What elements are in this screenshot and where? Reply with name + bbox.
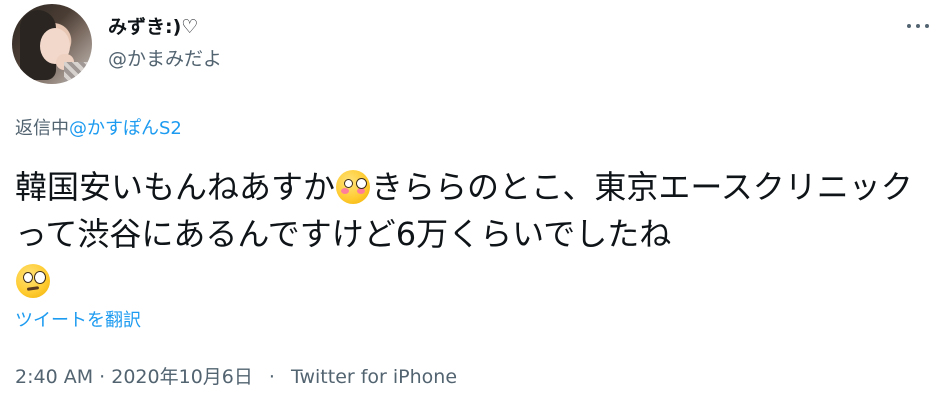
meta-dot: · (99, 366, 106, 388)
more-icon (925, 24, 929, 28)
reply-mention-link[interactable]: @かすぽんS2 (69, 118, 182, 139)
tweet-text: 韓国安いもんねあすか きららのとこ、東京エースクリニックって渋谷にあるんですけど6… (15, 164, 930, 305)
avatar-shirt (64, 62, 92, 84)
tweet-source[interactable]: Twitter for iPhone (291, 366, 457, 388)
more-options-button[interactable] (898, 13, 938, 39)
tweet-text-part1: 韓国安いもんねあすか (15, 168, 336, 206)
tweet-date[interactable]: 2020年10月6日 (111, 366, 253, 388)
avatar[interactable] (12, 4, 92, 84)
more-icon (907, 24, 911, 28)
tweet-metadata: 2:40 AM · 2020年10月6日 · Twitter for iPhon… (15, 362, 457, 389)
tweet-time[interactable]: 2:40 AM (15, 366, 93, 388)
meta-separator: · (268, 366, 275, 388)
rolling-eyes-face-icon (16, 264, 50, 298)
flushed-face-icon (336, 170, 371, 204)
user-handle[interactable]: @かまみだよ (108, 44, 222, 71)
reply-context: 返信中@かすぽんS2 (15, 114, 182, 140)
display-name[interactable]: みずき:)♡ (108, 12, 198, 39)
reply-prefix: 返信中 (15, 118, 69, 139)
translate-tweet-link[interactable]: ツイートを翻訳 (15, 306, 141, 332)
more-icon (916, 24, 920, 28)
